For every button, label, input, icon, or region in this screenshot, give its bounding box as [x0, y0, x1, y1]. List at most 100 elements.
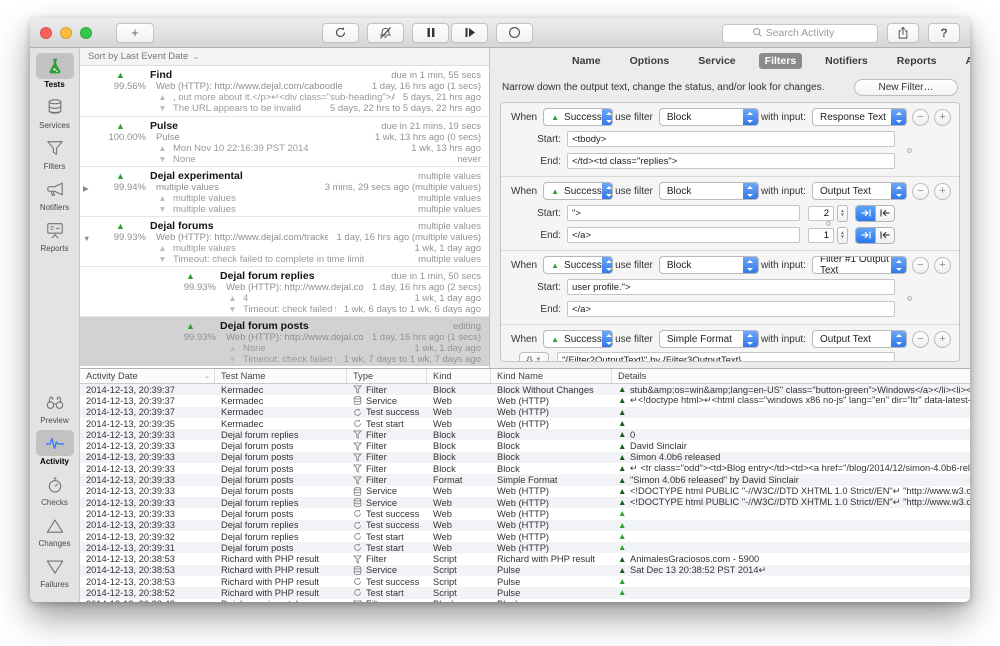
zoom-window-button[interactable] [80, 27, 92, 39]
filter-type-popup[interactable]: Block [659, 108, 759, 126]
activity-row[interactable]: 2014-12-13, 20:38:53 Richard with PHP re… [80, 553, 970, 564]
activity-row[interactable]: 2014-12-13, 20:38:53 Richard with PHP re… [80, 576, 970, 587]
end-field[interactable] [567, 227, 800, 243]
activity-row[interactable]: 2014-12-13, 20:39:31 Dejal forum posts T… [80, 542, 970, 553]
end-occurrence-field[interactable] [808, 228, 834, 243]
new-filter-button[interactable]: New Filter… [854, 79, 958, 96]
filter-type-popup[interactable]: Block [659, 256, 759, 274]
sidebar-item-filters[interactable]: Filters [32, 135, 78, 171]
share-button[interactable] [887, 23, 919, 43]
remove-filter-button[interactable]: − [912, 109, 929, 126]
from-end-segment[interactable] [875, 206, 894, 221]
tab-filters[interactable]: Filters [759, 53, 803, 69]
start-field[interactable] [567, 279, 895, 295]
activity-row[interactable]: 2014-12-13, 20:39:33 Dejal forum posts F… [80, 452, 970, 463]
token-menu-button[interactable]: {}▼ [519, 352, 549, 362]
check-now-button[interactable] [322, 23, 359, 43]
input-source-popup[interactable]: Output Text [812, 330, 907, 348]
remove-filter-button[interactable]: − [912, 331, 929, 348]
sidebar-item-checks[interactable]: Checks [32, 471, 78, 507]
column-header-type[interactable]: Type [347, 369, 427, 383]
add-test-button[interactable]: + [116, 23, 154, 43]
column-header-activity-date[interactable]: Activity Date⌄ [80, 369, 215, 383]
search-input[interactable] [722, 24, 878, 43]
sidebar-item-preview[interactable]: Preview [32, 389, 78, 425]
activity-row[interactable]: 2014-12-13, 20:39:33 Dejal forum replies… [80, 497, 970, 508]
tab-notifiers[interactable]: Notifiers [819, 53, 874, 69]
test-list-item[interactable]: ▲ Dejal forum replies due in 1 min, 50 s… [80, 266, 489, 316]
start-field[interactable] [567, 205, 800, 221]
start-occurrence-field[interactable] [808, 206, 834, 221]
add-filter-button[interactable]: + [934, 109, 951, 126]
sidebar-item-services[interactable]: Services [32, 94, 78, 130]
add-filter-button[interactable]: + [934, 331, 951, 348]
tab-reports[interactable]: Reports [891, 53, 943, 69]
when-popup[interactable]: ▲Success [543, 182, 613, 200]
field-options-dot[interactable] [907, 296, 912, 301]
column-header-test-name[interactable]: Test Name [215, 369, 347, 383]
add-filter-button[interactable]: + [934, 183, 951, 200]
remove-filter-button[interactable]: − [912, 183, 929, 200]
disclosure-triangle-icon[interactable]: ▼ [83, 234, 90, 243]
stepper-control[interactable]: ▲▼ [837, 205, 848, 222]
field-options-dot[interactable] [907, 148, 912, 153]
sort-header[interactable]: Sort by Last Event Date ⌄ [80, 48, 489, 66]
activity-row[interactable]: 2014-12-13, 20:39:37 Kermadec Filter Blo… [80, 384, 970, 395]
tab-options[interactable]: Options [624, 53, 676, 69]
sidebar-item-notifiers[interactable]: Notifiers [32, 176, 78, 212]
test-list-item[interactable]: ▼ ▲ Dejal forums multiple values 99.93% … [80, 216, 489, 266]
tab-name[interactable]: Name [566, 53, 607, 69]
activity-row[interactable]: 2014-12-13, 20:39:35 Kermadec Test start… [80, 418, 970, 429]
activity-row[interactable]: 2014-12-13, 20:39:33 Dejal forum posts T… [80, 508, 970, 519]
column-header-kind[interactable]: Kind [427, 369, 491, 383]
test-list-item[interactable]: ▲ Find due in 1 min, 55 secs 99.56% Web … [80, 66, 489, 116]
when-popup[interactable]: ▲Success [543, 108, 613, 126]
sidebar-item-reports[interactable]: Reports [32, 217, 78, 253]
test-list-item[interactable]: ▲ Dejal forum posts editing 99.93% Web (… [80, 316, 489, 366]
record-button[interactable] [496, 23, 533, 43]
input-source-popup[interactable]: Output Text [812, 182, 907, 200]
add-filter-button[interactable]: + [934, 257, 951, 274]
sidebar-item-activity[interactable]: Activity [32, 430, 78, 466]
tab-auto-pause[interactable]: Auto Pause [959, 53, 970, 69]
end-field[interactable] [567, 153, 895, 169]
when-popup[interactable]: ▲Success [543, 256, 613, 274]
from-start-segment[interactable] [856, 206, 875, 221]
sidebar-item-tests[interactable]: Tests [32, 53, 78, 89]
tab-service[interactable]: Service [692, 53, 741, 69]
when-popup[interactable]: ▲Success [543, 330, 613, 348]
disclosure-triangle-icon[interactable]: ▶ [83, 184, 89, 193]
mute-notifiers-button[interactable] [367, 23, 404, 43]
activity-row[interactable]: 2014-12-13, 20:39:33 Dejal forum posts F… [80, 440, 970, 451]
end-field[interactable] [567, 301, 895, 317]
sidebar-item-changes[interactable]: Changes [32, 512, 78, 548]
activity-row[interactable]: 2014-12-13, 20:39:32 Dejal forum replies… [80, 531, 970, 542]
activity-row[interactable]: 2014-12-13, 20:38:48 Dejal experimental … [80, 599, 970, 602]
activity-row[interactable]: 2014-12-13, 20:39:37 Kermadec Service We… [80, 395, 970, 406]
filter-type-popup[interactable]: Block [659, 182, 759, 200]
column-header-details[interactable]: Details [612, 369, 970, 383]
test-list-item[interactable]: ▶ ▲ Dejal experimental multiple values 9… [80, 166, 489, 216]
remove-filter-button[interactable]: − [912, 257, 929, 274]
activity-row[interactable]: 2014-12-13, 20:39:33 Dejal forum replies… [80, 429, 970, 440]
activity-row[interactable]: 2014-12-13, 20:39:33 Dejal forum replies… [80, 520, 970, 531]
stepper-control[interactable]: ▲▼ [837, 227, 848, 244]
activity-row[interactable]: 2014-12-13, 20:39:37 Kermadec Test succe… [80, 407, 970, 418]
pause-button[interactable] [412, 23, 449, 43]
help-button[interactable]: ? [928, 23, 960, 43]
from-start-segment[interactable] [856, 228, 875, 243]
test-list-item[interactable]: ▲ Pulse due in 21 mins, 19 secs 100.00% … [80, 116, 489, 166]
activity-row[interactable]: 2014-12-13, 20:38:53 Richard with PHP re… [80, 565, 970, 576]
filter-type-popup[interactable]: Simple Format [659, 330, 759, 348]
format-textarea[interactable]: "{Filter2OutputText}" by {Filter3OutputT… [557, 352, 895, 362]
activity-row[interactable]: 2014-12-13, 20:39:33 Dejal forum posts F… [80, 474, 970, 485]
input-source-popup[interactable]: Response Text [812, 108, 907, 126]
input-source-popup[interactable]: Filter #1 Output Text [812, 256, 907, 274]
activity-row[interactable]: 2014-12-13, 20:38:52 Richard with PHP re… [80, 587, 970, 598]
activity-row[interactable]: 2014-12-13, 20:39:33 Dejal forum posts F… [80, 463, 970, 474]
column-header-kind-name[interactable]: Kind Name [491, 369, 612, 383]
from-end-segment[interactable] [875, 228, 894, 243]
field-options-dot[interactable] [826, 221, 831, 226]
sidebar-item-failures[interactable]: Failures [32, 553, 78, 589]
start-field[interactable] [567, 131, 895, 147]
